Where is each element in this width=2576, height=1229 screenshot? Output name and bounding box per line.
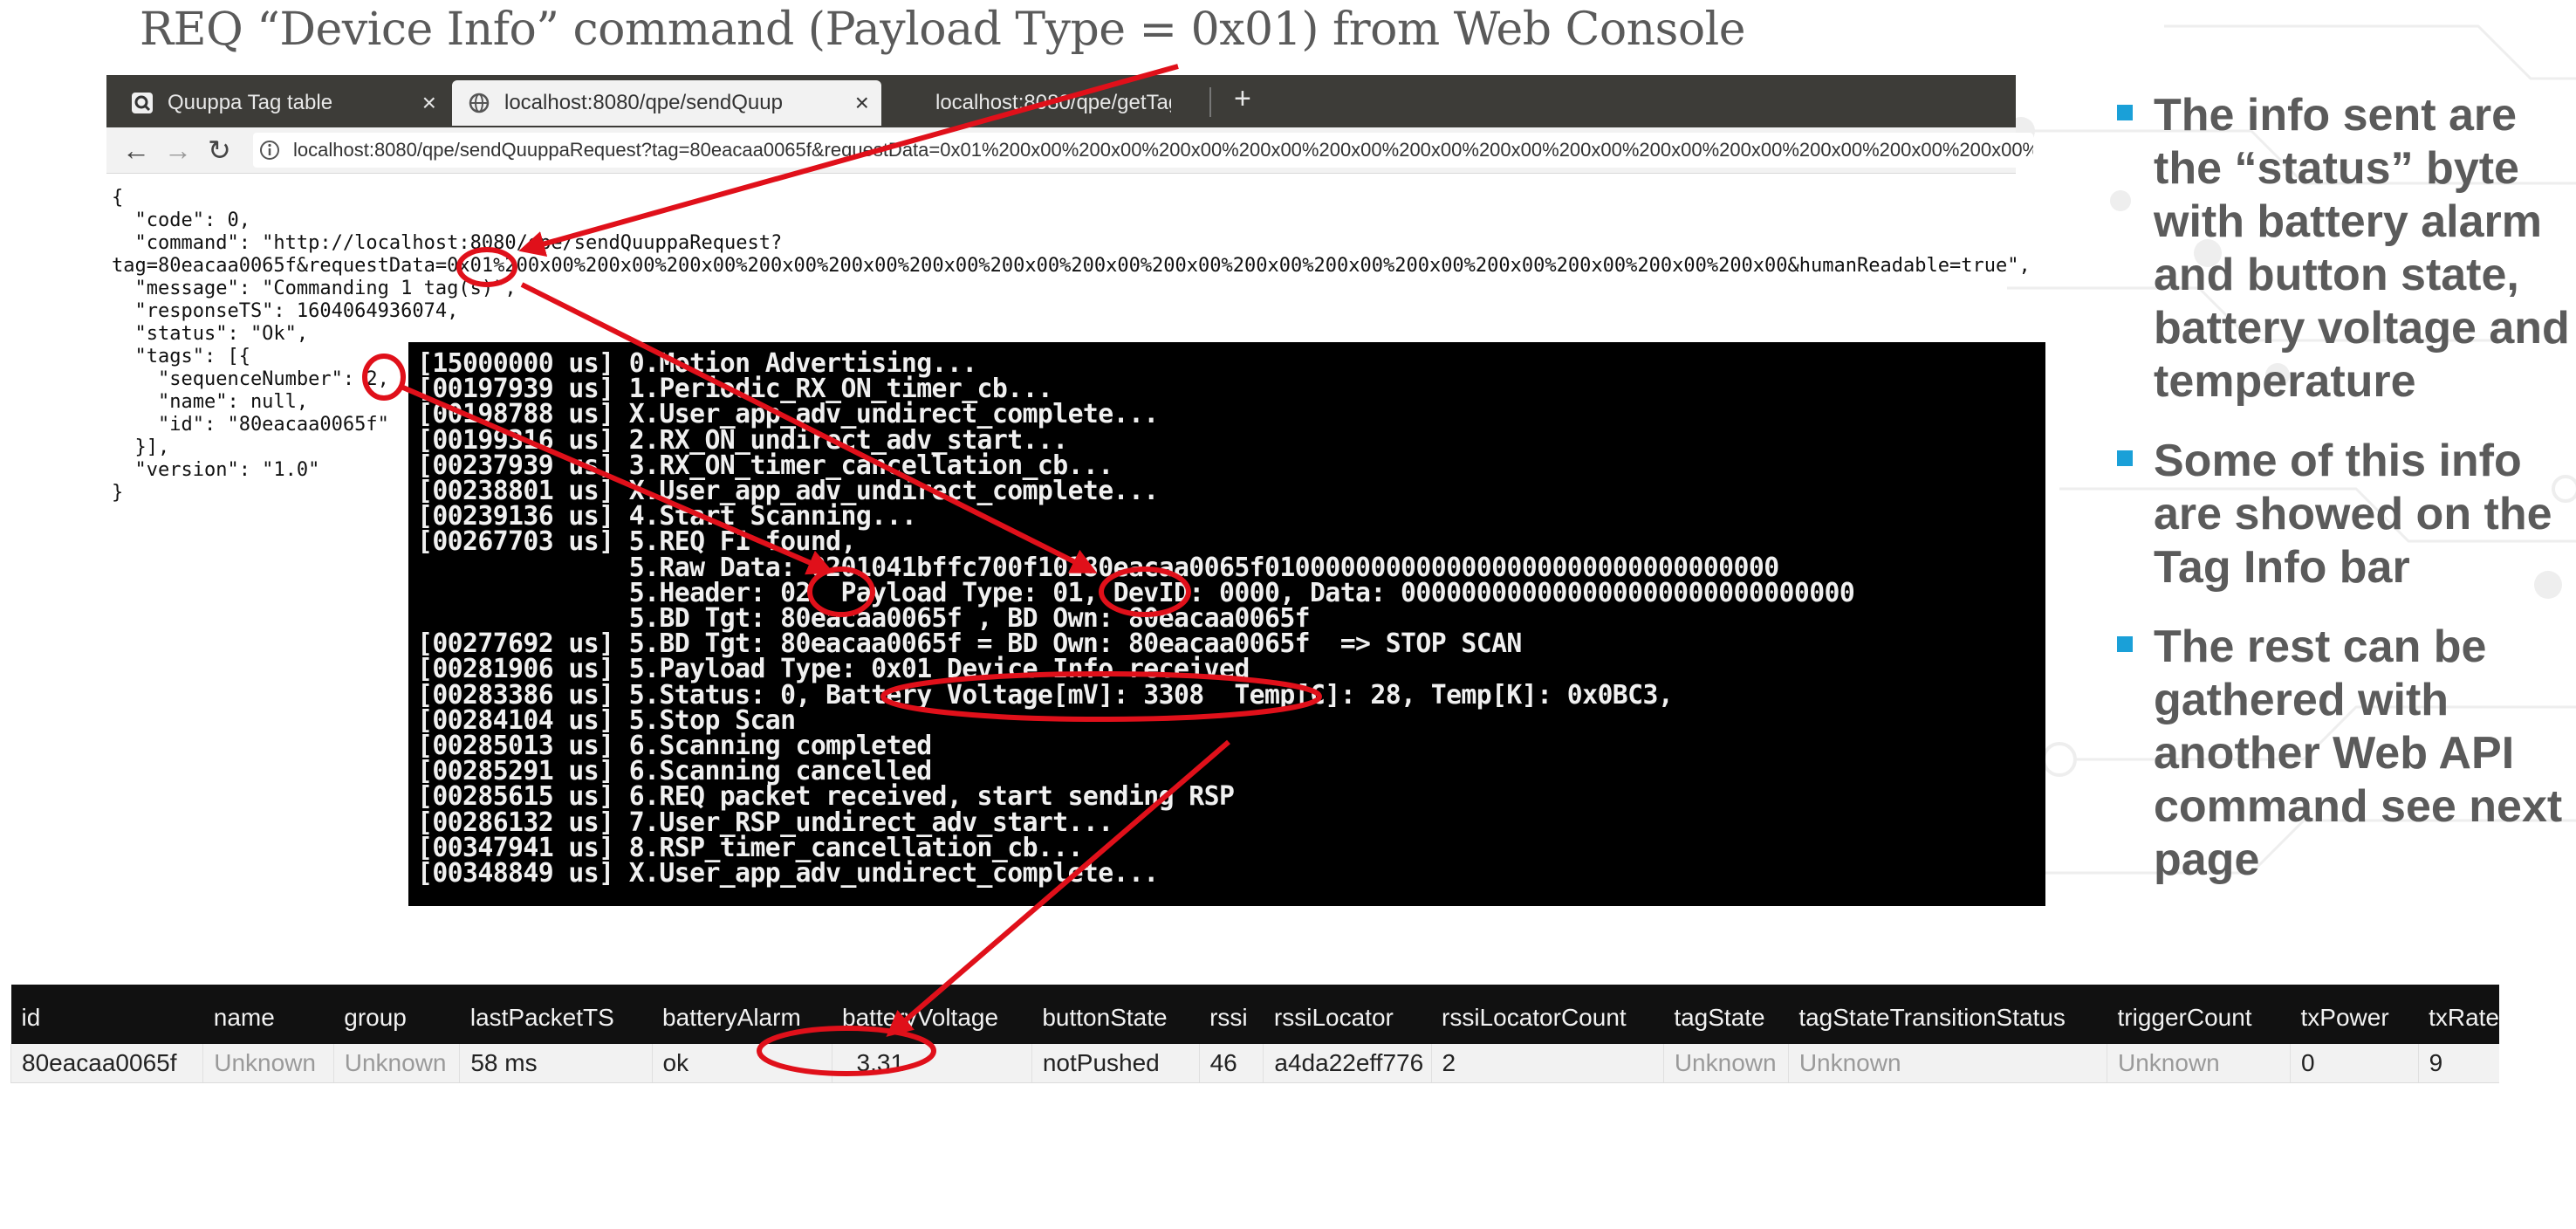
close-tab-icon[interactable]: × bbox=[422, 91, 436, 115]
cell-rssilocatorcount: 2 bbox=[1430, 1044, 1664, 1083]
bullet-item: The rest can be gathered with another We… bbox=[2117, 621, 2571, 887]
terminal-log: [15000000 us] 0.Motion Advertising... [0… bbox=[417, 348, 1855, 889]
bullet-square-icon bbox=[2117, 105, 2133, 120]
tab-label: localhost:8080/qpe/getTagInfo bbox=[935, 91, 1171, 114]
cell-rssi: 46 bbox=[1198, 1044, 1264, 1083]
tab-label: localhost:8080/qpe/sendQuuppaRequest bbox=[504, 91, 784, 114]
cell-rssilocator: a4da22eff776 bbox=[1263, 1044, 1432, 1083]
column-header-buttonstate[interactable]: buttonState bbox=[1031, 978, 1200, 1044]
close-tab-icon[interactable]: × bbox=[855, 91, 869, 115]
url-input[interactable]: localhost:8080/qpe/sendQuuppaRequest?tag… bbox=[253, 133, 2033, 168]
column-header-id[interactable]: id bbox=[10, 978, 203, 1044]
table-header-row: id name group lastPacketTS batteryAlarm … bbox=[10, 978, 2499, 1044]
column-header-lastpacketts[interactable]: lastPacketTS bbox=[459, 978, 653, 1044]
tab-label: Quuppa Tag table bbox=[168, 91, 333, 114]
column-header-rssilocator[interactable]: rssiLocator bbox=[1263, 978, 1432, 1044]
column-header-batteryalarm[interactable]: batteryAlarm bbox=[652, 978, 832, 1044]
new-tab-button[interactable]: + bbox=[1234, 82, 1251, 116]
browser-address-bar: ← → ↻ localhost:8080/qpe/sendQuuppaReque… bbox=[106, 127, 2033, 174]
cell-batteryvoltage: 3.31 bbox=[831, 1044, 1032, 1083]
bullet-square-icon bbox=[2117, 636, 2133, 652]
cell-tagstate: Unknown bbox=[1662, 1044, 1789, 1083]
url-text: localhost:8080/qpe/sendQuuppaRequest?tag… bbox=[293, 139, 2033, 161]
cell-tagstatetransitionstatus: Unknown bbox=[1787, 1044, 2107, 1083]
back-button[interactable]: ← bbox=[122, 134, 150, 166]
search-icon bbox=[132, 93, 153, 113]
cell-name: Unknown bbox=[202, 1044, 334, 1083]
cell-txpower: 0 bbox=[2290, 1044, 2419, 1083]
bullet-list: The info sent are the “status” byte with… bbox=[2117, 89, 2571, 913]
column-header-triggercount[interactable]: triggerCount bbox=[2107, 978, 2291, 1044]
slide-title: REQ “Device Info” command (Payload Type … bbox=[140, 3, 1746, 56]
bullet-text: The rest can be gathered with another We… bbox=[2154, 621, 2563, 885]
bullet-item: The info sent are the “status” byte with… bbox=[2117, 89, 2571, 409]
cell-group: Unknown bbox=[332, 1044, 460, 1083]
column-header-tagstatetransitionstatus[interactable]: tagStateTransitionStatus bbox=[1788, 978, 2107, 1044]
info-icon bbox=[260, 141, 279, 160]
column-header-tagstate[interactable]: tagState bbox=[1663, 978, 1789, 1044]
column-header-name[interactable]: name bbox=[202, 978, 334, 1044]
column-header-txpower[interactable]: txPower bbox=[2290, 978, 2419, 1044]
column-header-batteryvoltage[interactable]: batteryVoltage bbox=[832, 978, 1032, 1044]
tab-quuppa-tag-table[interactable]: Quuppa Tag table × bbox=[117, 80, 449, 126]
reload-button[interactable]: ↻ bbox=[208, 134, 231, 166]
column-header-txrate[interactable]: txRate bbox=[2418, 978, 2499, 1044]
forward-button[interactable]: → bbox=[164, 134, 192, 166]
bullet-text: The info sent are the “status” byte with… bbox=[2154, 90, 2570, 407]
tab-send-quuppa-request[interactable]: localhost:8080/qpe/sendQuuppaRequest × bbox=[452, 80, 881, 126]
serial-terminal: [15000000 us] 0.Motion Advertising... [0… bbox=[408, 342, 2045, 906]
cell-buttonstate: notPushed bbox=[1031, 1044, 1200, 1083]
tag-info-table: id name group lastPacketTS batteryAlarm … bbox=[10, 978, 2499, 1083]
globe-icon bbox=[469, 93, 490, 113]
cell-triggercount: Unknown bbox=[2106, 1044, 2291, 1083]
tab-divider bbox=[1209, 87, 1211, 117]
table-row[interactable]: 80eacaa0065f Unknown Unknown 58 ms ok 3.… bbox=[10, 1044, 2499, 1083]
column-header-rssilocatorcount[interactable]: rssiLocatorCount bbox=[1431, 978, 1664, 1044]
bullet-square-icon bbox=[2117, 450, 2133, 466]
browser-tab-bar: Quuppa Tag table × localhost:8080/qpe/se… bbox=[106, 75, 2016, 127]
cell-txrate: 9 bbox=[2417, 1044, 2499, 1083]
tab-get-tag-info[interactable]: localhost:8080/qpe/getTagInfo bbox=[883, 80, 1215, 126]
column-header-group[interactable]: group bbox=[333, 978, 460, 1044]
cell-lastpacketts: 58 ms bbox=[459, 1044, 653, 1083]
bullet-text: Some of this info are showed on the Tag … bbox=[2154, 436, 2552, 593]
cell-batteryalarm: ok bbox=[651, 1044, 832, 1083]
column-header-rssi[interactable]: rssi bbox=[1199, 978, 1264, 1044]
cell-id: 80eacaa0065f bbox=[10, 1044, 203, 1083]
bullet-item: Some of this info are showed on the Tag … bbox=[2117, 435, 2571, 594]
